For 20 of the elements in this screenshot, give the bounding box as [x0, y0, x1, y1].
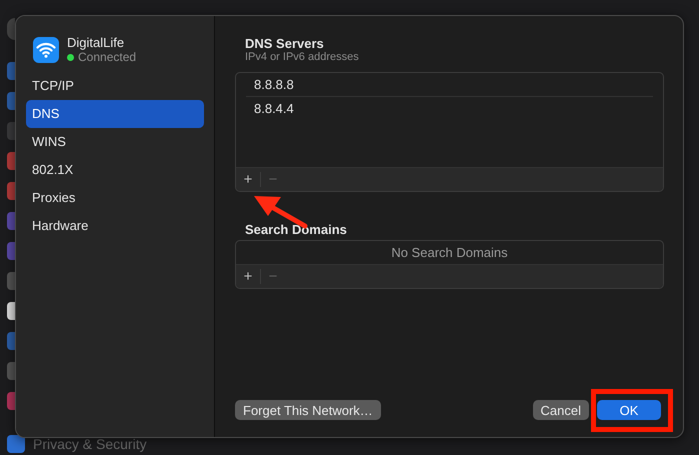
connection-status: Connected	[78, 50, 136, 64]
dialog-button[interactable]: Forget This Network…	[235, 400, 381, 420]
add-button[interactable]: +	[239, 171, 257, 188]
section-title: Search Domains	[244, 222, 348, 237]
dns-server-entry[interactable]: 8.8.8.8	[246, 73, 653, 97]
sidebar-item[interactable]: DNS	[26, 100, 204, 128]
section-title: DNS Servers	[244, 36, 325, 51]
sidebar-item[interactable]: Proxies	[26, 184, 204, 212]
dialog-button[interactable]: Cancel	[532, 400, 589, 420]
sidebar-item[interactable]: TCP/IP	[26, 72, 204, 100]
network-name: DigitalLife	[67, 35, 126, 50]
add-button[interactable]: +	[239, 268, 257, 285]
sidebar-item[interactable]: 802.1X	[26, 156, 204, 184]
sidebar-item[interactable]: WINS	[26, 128, 204, 156]
dns-server-entry[interactable]: 8.8.4.4	[246, 97, 653, 120]
empty-message: No Search Domains	[390, 244, 509, 262]
sidebar-item[interactable]: Hardware	[26, 212, 204, 240]
section-subtitle: IPv4 or IPv6 addresses	[244, 51, 360, 63]
wifi-icon	[33, 36, 59, 62]
dialog-button[interactable]: OK	[597, 400, 661, 420]
